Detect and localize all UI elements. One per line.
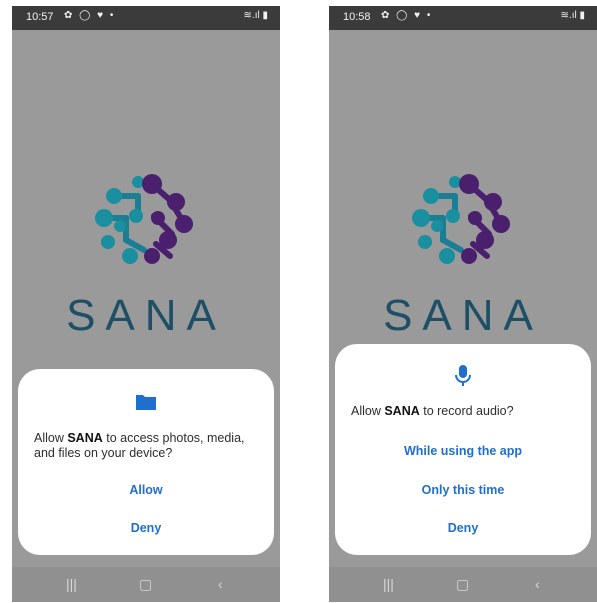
status-time: 10:58 <box>343 11 371 23</box>
recents-icon[interactable]: ||| <box>383 576 394 592</box>
sana-logo-icon <box>95 174 193 264</box>
app-brand-text: SANA <box>383 291 543 340</box>
only-this-time-button[interactable]: Only this time <box>335 483 591 497</box>
recents-icon[interactable]: ||| <box>66 576 77 592</box>
status-signal-battery-icons: ≋.ıl ▮ <box>243 10 268 21</box>
home-icon[interactable]: ▢ <box>139 576 152 593</box>
status-bar: 10:57 ✿ ◯ ♥ • ≋.ıl ▮ <box>12 6 280 30</box>
folder-icon <box>136 395 156 410</box>
home-icon[interactable]: ▢ <box>456 576 469 593</box>
status-signal-battery-icons: ≋.ıl ▮ <box>560 10 585 21</box>
app-name: SANA <box>67 431 103 445</box>
sana-logo-icon <box>412 174 510 264</box>
left-phone-screen: 10:57 ✿ ◯ ♥ • ≋.ıl ▮ SANA Allow SANA to … <box>12 6 280 602</box>
status-notification-icons: ✿ ◯ ♥ • <box>64 10 116 21</box>
deny-button[interactable]: Deny <box>18 521 274 535</box>
deny-button[interactable]: Deny <box>335 521 591 535</box>
permission-dialog: Allow SANA to access photos, media, and … <box>18 369 274 555</box>
back-icon[interactable]: ‹ <box>218 576 223 592</box>
permission-message: Allow SANA to access photos, media, and … <box>34 431 245 460</box>
status-time: 10:57 <box>26 11 54 23</box>
permission-dialog: Allow SANA to record audio? While using … <box>335 344 591 555</box>
permission-message: Allow SANA to record audio? <box>351 404 514 418</box>
status-notification-icons: ✿ ◯ ♥ • <box>381 10 433 21</box>
allow-button[interactable]: Allow <box>18 483 274 497</box>
back-icon[interactable]: ‹ <box>535 576 540 592</box>
app-brand-text: SANA <box>66 291 226 340</box>
while-using-app-button[interactable]: While using the app <box>335 444 591 458</box>
right-phone-screen: 10:58 ✿ ◯ ♥ • ≋.ıl ▮ SANA Allow SANA to … <box>329 6 597 602</box>
app-name: SANA <box>384 404 420 418</box>
navigation-bar: ||| ▢ ‹ <box>329 567 597 602</box>
status-bar: 10:58 ✿ ◯ ♥ • ≋.ıl ▮ <box>329 6 597 30</box>
microphone-icon <box>455 365 471 386</box>
navigation-bar: ||| ▢ ‹ <box>12 567 280 602</box>
